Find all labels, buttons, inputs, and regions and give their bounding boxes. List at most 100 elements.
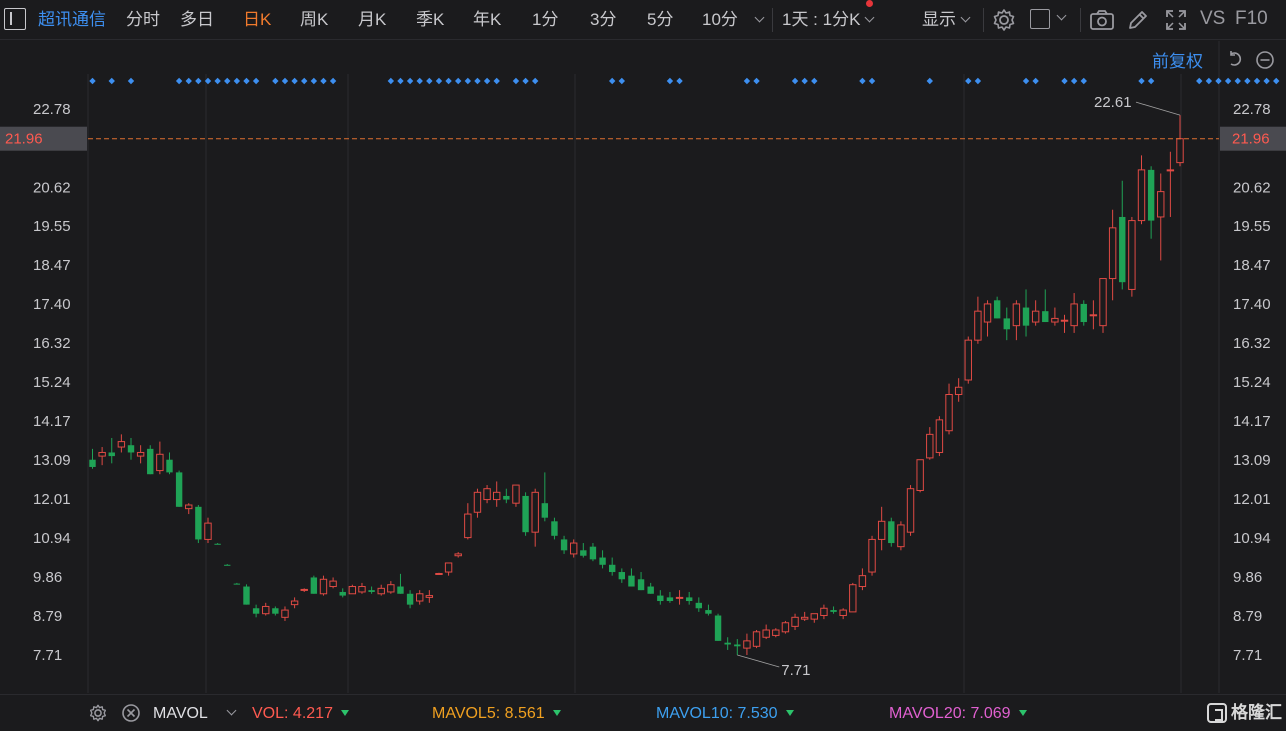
y-tick-right: 12.01 <box>1233 491 1271 508</box>
tab-quarterly-k[interactable]: 季K <box>416 9 444 31</box>
event-marker-icon <box>185 77 192 85</box>
high-leader-line <box>1135 101 1181 116</box>
event-markers <box>89 77 1280 85</box>
period-select-value: 1天 : 1分K <box>782 10 861 29</box>
sidebar-toggle-icon[interactable] <box>4 8 26 30</box>
gelonghui-logo-icon <box>1207 703 1227 723</box>
candle-down <box>589 546 597 560</box>
event-marker-icon <box>320 77 327 85</box>
y-tick-right: 8.79 <box>1233 608 1262 625</box>
chevron-down-icon <box>1056 10 1067 21</box>
candle-up <box>387 584 395 593</box>
tab-duori[interactable]: 多日 <box>180 9 214 31</box>
candle-up <box>849 584 857 613</box>
event-marker-icon <box>666 77 674 85</box>
candle-up <box>839 609 847 617</box>
tab-5min[interactable]: 5分 <box>647 9 673 31</box>
tab-daily-k[interactable]: 日K <box>243 9 271 31</box>
candle-down <box>599 557 606 565</box>
undo-icon[interactable] <box>1226 50 1244 68</box>
event-marker-icon <box>1196 77 1203 85</box>
square-icon[interactable] <box>1030 9 1050 29</box>
y-tick-right: 13.09 <box>1233 452 1271 469</box>
indicator-name[interactable]: MAVOL <box>153 704 208 724</box>
event-marker-icon <box>224 77 231 85</box>
event-marker-icon <box>397 77 404 85</box>
price-adjust-toggle[interactable]: 前复权 <box>1152 47 1203 72</box>
minus-circle-icon[interactable] <box>1255 50 1275 70</box>
tab-10min[interactable]: 10分 <box>702 9 738 31</box>
event-marker-icon <box>512 77 520 85</box>
display-dropdown[interactable]: 显示 <box>922 9 971 31</box>
candle-down <box>272 608 279 614</box>
price-axes: 22.78 22.78 20.62 20.62 19.55 19.55 18.47 18.47… <box>33 101 1271 664</box>
indicator-settings-icon[interactable] <box>88 703 108 723</box>
event-marker-icon <box>435 77 443 85</box>
candle-up <box>800 616 809 620</box>
y-tick-right: 17.40 <box>1233 296 1271 313</box>
down-triangle-icon <box>552 710 561 716</box>
event-marker-icon <box>426 77 433 85</box>
y-tick-left: 7.71 <box>33 647 62 664</box>
event-marker-icon <box>753 77 760 85</box>
candle-up <box>868 538 876 573</box>
candle-down <box>705 610 712 614</box>
more-tabs-dropdown[interactable] <box>750 9 765 31</box>
event-marker-icon <box>387 77 395 85</box>
fullscreen-icon[interactable] <box>1164 8 1188 32</box>
candlestick-chart[interactable]: 22.78 22.78 20.62 20.62 19.55 19.55 18.47 18.47… <box>0 41 1286 693</box>
candle-down <box>1003 318 1010 330</box>
candle-up <box>1051 317 1059 323</box>
f10-button[interactable]: F10 <box>1235 8 1268 30</box>
candle-up <box>473 491 482 513</box>
camera-icon[interactable] <box>1089 8 1115 32</box>
tab-yearly-k[interactable]: 年K <box>473 9 501 31</box>
y-tick-left: 10.94 <box>33 530 71 547</box>
candle-down <box>608 564 616 573</box>
candle-down <box>993 300 1001 319</box>
y-tick-right: 19.55 <box>1233 218 1271 235</box>
event-marker-icon <box>89 77 96 85</box>
pencil-icon[interactable] <box>1126 8 1150 32</box>
candle-down <box>397 586 404 594</box>
event-marker-icon <box>1080 77 1087 85</box>
candle-down <box>89 459 96 467</box>
candle-up <box>1060 319 1069 322</box>
tab-1min[interactable]: 1分 <box>532 9 558 31</box>
vs-button[interactable]: VS <box>1200 8 1225 30</box>
chart-area[interactable]: 22.78 22.78 20.62 20.62 19.55 19.55 18.47 18.47… <box>0 41 1286 693</box>
display-label: 显示 <box>922 10 956 29</box>
down-triangle-icon <box>340 710 349 716</box>
tab-fenshi[interactable]: 分时 <box>126 9 160 31</box>
tab-weekly-k[interactable]: 周K <box>300 9 328 31</box>
candle-down <box>657 595 664 602</box>
candle-up <box>1128 220 1136 290</box>
square-dropdown[interactable] <box>1052 10 1067 28</box>
candle-down <box>252 608 260 614</box>
candle-down <box>406 593 414 605</box>
close-icon[interactable] <box>121 703 141 723</box>
settings-gear-icon[interactable] <box>991 7 1017 33</box>
candle-up <box>464 513 472 539</box>
y-tick-right: 20.62 <box>1233 179 1271 196</box>
period-select[interactable]: 1天 : 1分K <box>782 9 875 31</box>
event-marker-icon <box>965 77 972 85</box>
tab-3min[interactable]: 3分 <box>590 9 616 31</box>
indicator-dropdown[interactable] <box>222 704 237 724</box>
event-marker-icon <box>1263 77 1270 85</box>
candle-up <box>319 578 328 595</box>
down-triangle-icon <box>1018 710 1027 716</box>
candle-up <box>954 386 963 395</box>
stock-name[interactable]: 超讯通信 <box>38 9 106 31</box>
y-tick-right: 16.32 <box>1233 335 1271 352</box>
y-tick-left: 14.17 <box>33 413 71 430</box>
tab-monthly-k[interactable]: 月K <box>358 9 386 31</box>
candle-down <box>551 521 558 536</box>
event-marker-icon <box>175 77 183 85</box>
event-marker-icon <box>801 77 808 85</box>
candle-up <box>483 488 491 501</box>
candle-up <box>377 587 385 595</box>
event-marker-icon <box>1253 77 1261 85</box>
candle-up <box>906 488 915 533</box>
candle-down <box>647 586 654 594</box>
